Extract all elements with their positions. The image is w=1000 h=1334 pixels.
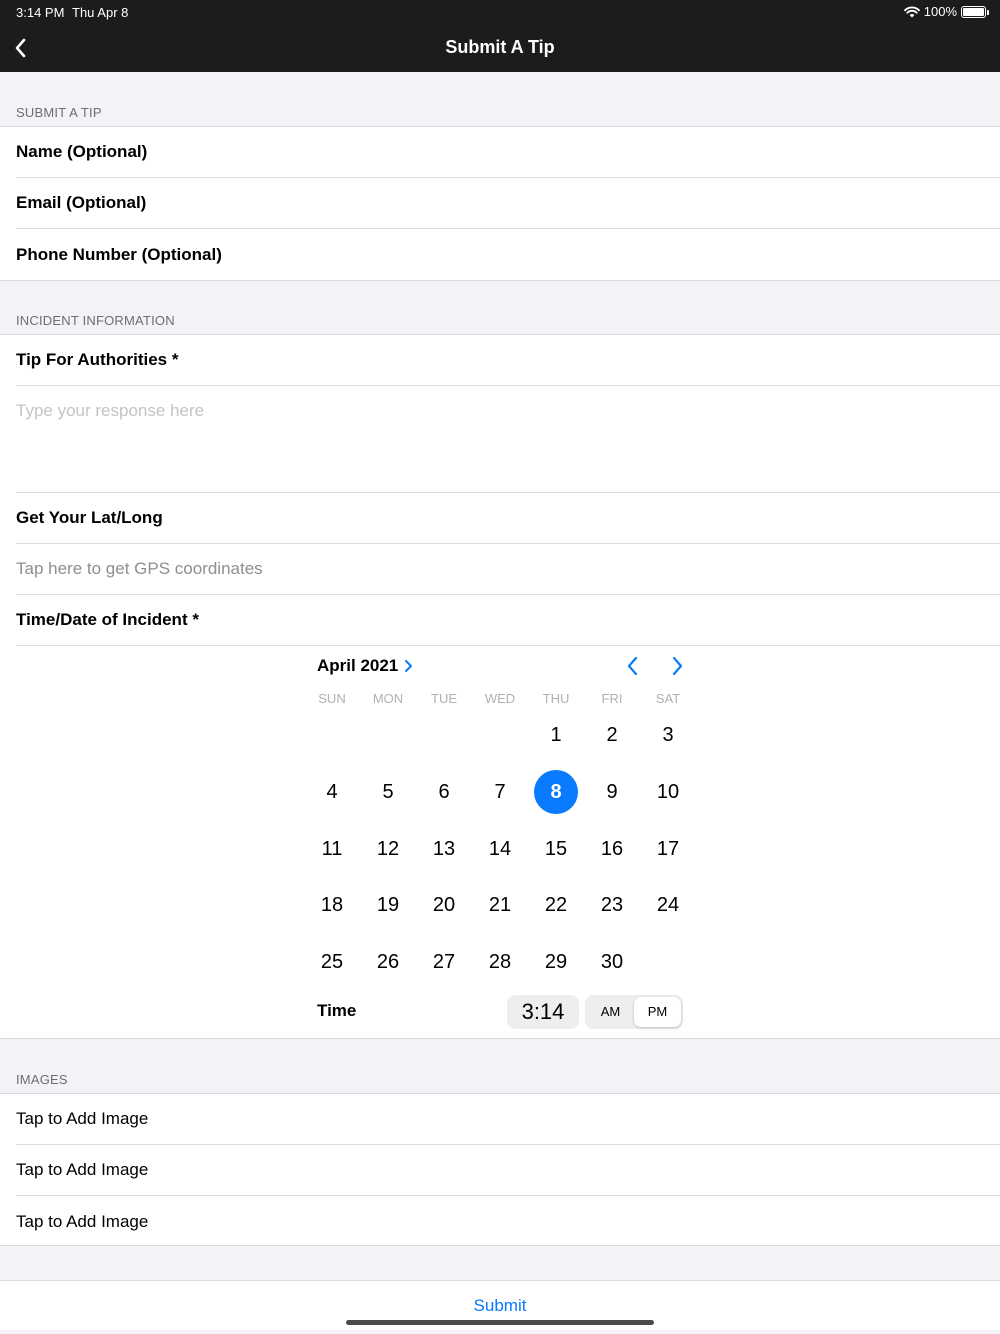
status-bar: 3:14 PM Thu Apr 8 100% [0, 0, 1000, 24]
navigation-bar: Submit A Tip [0, 24, 1000, 72]
battery-icon [961, 5, 989, 18]
images-group: Tap to Add Image Tap to Add Image Tap to… [0, 1093, 1000, 1246]
calendar-day-6[interactable]: 6 [422, 770, 466, 814]
page-title: Submit A Tip [445, 37, 555, 57]
month-year-button[interactable]: April 2021 [317, 656, 414, 676]
calendar-day-25[interactable]: 25 [310, 940, 354, 984]
calendar-day-3[interactable]: 3 [646, 713, 690, 757]
calendar-day-8[interactable]: 8 [534, 769, 578, 814]
time-picker[interactable]: 3:14 [507, 995, 579, 1029]
weekday-mon: MON [372, 691, 404, 706]
calendar-day-23[interactable]: 23 [590, 883, 634, 927]
calendar-day-10[interactable]: 10 [646, 770, 690, 814]
add-image-button-3[interactable]: Tap to Add Image [16, 1196, 1000, 1247]
section-header-images: IMAGES [16, 1072, 68, 1087]
tip-label: Tip For Authorities * [16, 335, 1000, 386]
month-year-label: April 2021 [317, 656, 399, 675]
status-right: 100% [903, 4, 989, 19]
calendar-day-11[interactable]: 11 [310, 827, 354, 871]
email-field[interactable]: Email (Optional) [16, 178, 1000, 229]
battery-percent: 100% [923, 4, 957, 19]
gps-button[interactable]: Tap here to get GPS coordinates [16, 544, 1000, 595]
weekday-sat: SAT [655, 691, 681, 706]
name-field[interactable]: Name (Optional) [16, 127, 1000, 178]
previous-month-icon[interactable] [621, 654, 645, 678]
wifi-icon [903, 6, 920, 17]
weekday-fri: FRI [601, 691, 623, 706]
calendar-day-24[interactable]: 24 [646, 883, 690, 927]
home-indicator [346, 1320, 654, 1325]
calendar-day-13[interactable]: 13 [422, 827, 466, 871]
am-pm-toggle: AM PM [585, 995, 683, 1029]
am-option[interactable]: AM [587, 997, 634, 1027]
calendar-day-15[interactable]: 15 [534, 827, 578, 871]
calendar-day-17[interactable]: 17 [646, 827, 690, 871]
add-image-button-1[interactable]: Tap to Add Image [16, 1094, 1000, 1145]
time-label: Time [317, 1001, 357, 1020]
calendar-day-1[interactable]: 1 [534, 713, 578, 757]
calendar-day-26[interactable]: 26 [366, 940, 410, 984]
calendar-day-12[interactable]: 12 [366, 827, 410, 871]
calendar-day-14[interactable]: 14 [478, 827, 522, 871]
calendar-day-27[interactable]: 27 [422, 940, 466, 984]
tip-textarea[interactable]: Type your response here [16, 386, 1000, 493]
add-image-button-2[interactable]: Tap to Add Image [16, 1145, 1000, 1196]
calendar-day-20[interactable]: 20 [422, 883, 466, 927]
tip-placeholder: Type your response here [16, 401, 205, 420]
phone-field[interactable]: Phone Number (Optional) [16, 229, 1000, 280]
pm-option[interactable]: PM [634, 997, 681, 1027]
calendar-day-22[interactable]: 22 [534, 883, 578, 927]
weekday-tue: TUE [431, 691, 457, 706]
calendar-day-4[interactable]: 4 [310, 770, 354, 814]
calendar-day-16[interactable]: 16 [590, 827, 634, 871]
status-date: Thu Apr 8 [72, 5, 129, 20]
date-picker: April 2021 SUN MON TUE WED THU FRI SAT 1 2 3 4 5 6 7 8… [302, 646, 698, 986]
calendar-day-30[interactable]: 30 [590, 940, 634, 984]
calendar-day-7[interactable]: 7 [478, 770, 522, 814]
datetime-label: Time/Date of Incident * [16, 595, 1000, 646]
next-month-icon[interactable] [665, 654, 689, 678]
calendar-day-29[interactable]: 29 [534, 940, 578, 984]
calendar-day-2[interactable]: 2 [590, 713, 634, 757]
calendar-day-21[interactable]: 21 [478, 883, 522, 927]
calendar-day-18[interactable]: 18 [310, 883, 354, 927]
chevron-right-icon [405, 660, 413, 672]
section-header-submit-tip: SUBMIT A TIP [16, 105, 102, 120]
weekday-sun: SUN [318, 691, 346, 706]
weekday-wed: WED [484, 691, 516, 706]
calendar-day-9[interactable]: 9 [590, 770, 634, 814]
weekday-thu: THU [542, 691, 570, 706]
incident-group: Tip For Authorities * Type your response… [0, 334, 1000, 1039]
calendar-day-28[interactable]: 28 [478, 940, 522, 984]
gps-label: Get Your Lat/Long [16, 493, 1000, 544]
contact-fields-group: Name (Optional) Email (Optional) Phone N… [0, 126, 1000, 281]
section-header-incident: INCIDENT INFORMATION [16, 313, 175, 328]
status-time: 3:14 PM [16, 5, 65, 20]
calendar-day-5[interactable]: 5 [366, 770, 410, 814]
calendar-day-19[interactable]: 19 [366, 883, 410, 927]
